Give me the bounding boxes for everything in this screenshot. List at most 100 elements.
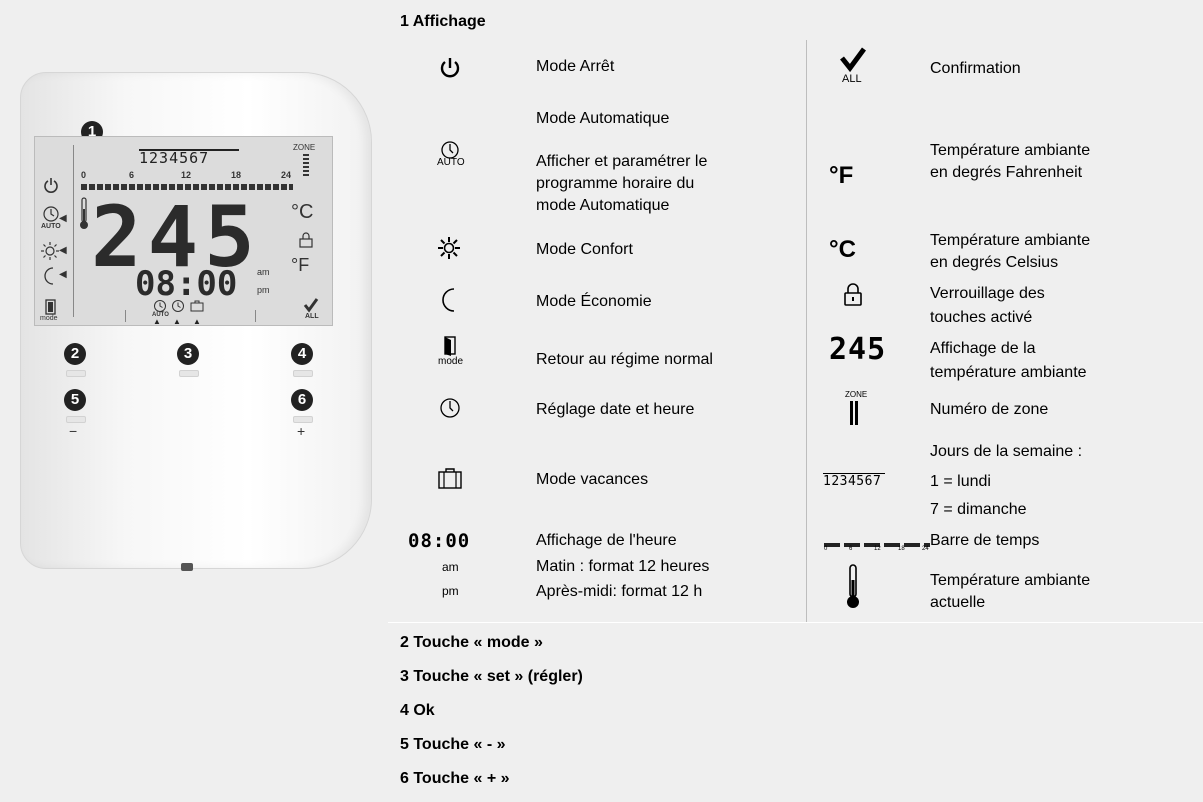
weekdays-desc-line2: 1 = lundi xyxy=(930,473,991,490)
weekdays-desc-line3: 7 = dimanche xyxy=(930,501,1027,518)
callout-2: 2 xyxy=(64,343,86,365)
plus-button[interactable] xyxy=(293,416,313,423)
thermostat-device: 1 AUTO ◀ ◀ ◀ mode 1234567 ZONE 0 6 12 18… xyxy=(20,72,372,571)
fahrenheit-desc-line1: Température ambiante xyxy=(930,142,1091,159)
page: 1 AUTO ◀ ◀ ◀ mode 1234567 ZONE 0 6 12 18… xyxy=(0,0,1203,802)
zone-bar-icon xyxy=(855,401,858,425)
lcd-timescale-24: 24 xyxy=(281,170,292,180)
set-button[interactable] xyxy=(179,370,199,377)
temp-display-desc-line1: Affichage de la xyxy=(930,340,1036,357)
footer-item-set: 3 Touche « set » (régler) xyxy=(400,668,583,685)
lock-desc-line1: Verrouillage des xyxy=(930,285,1045,302)
lcd-mode-label: mode xyxy=(40,315,58,322)
lcd-screen: AUTO ◀ ◀ ◀ mode 1234567 ZONE 0 6 12 18 2… xyxy=(34,136,333,326)
fahrenheit-desc-line2: en degrés Fahrenheit xyxy=(930,164,1083,181)
datetime-desc: Réglage date et heure xyxy=(536,401,695,418)
lcd-auto-label: AUTO xyxy=(41,223,61,230)
mode-button[interactable] xyxy=(66,370,86,377)
timebar-tick-0: 0 xyxy=(824,546,828,552)
thermometer-desc-line1: Température ambiante xyxy=(930,572,1091,589)
door-mode-icon xyxy=(45,299,56,315)
sun-icon xyxy=(438,237,460,259)
minus-label: − xyxy=(69,423,78,439)
lcd-pm: pm xyxy=(257,285,270,295)
footer-item-plus: 6 Touche « + » xyxy=(400,770,510,787)
timebar-tick-24: 24 xyxy=(922,546,929,552)
auto-label: AUTO xyxy=(437,157,465,168)
time-desc-line3: Après-midi: format 12 h xyxy=(536,583,703,600)
lcd-timescale-6: 6 xyxy=(129,170,135,180)
callout-5: 5 xyxy=(64,389,86,411)
auto-desc-line1: Afficher et paramétrer le xyxy=(536,153,708,170)
lcd-time: 08:00 xyxy=(135,264,238,304)
moon-icon xyxy=(442,288,455,312)
lock-desc-line2: touches activé xyxy=(930,309,1033,326)
arrow-left-icon: ◀ xyxy=(59,213,67,224)
lcd-am: am xyxy=(257,267,270,277)
clock-icon xyxy=(440,398,460,418)
temp-display-desc-line2: température ambiante xyxy=(930,364,1087,381)
lcd-separator xyxy=(73,145,74,317)
lcd-separator xyxy=(125,310,126,322)
timebar-desc: Barre de temps xyxy=(930,532,1040,549)
checkmark-icon xyxy=(303,298,319,313)
time-desc-line1: Affichage de l'heure xyxy=(536,532,677,549)
lcd-zone-label: ZONE xyxy=(293,143,316,152)
lock-icon xyxy=(844,283,862,306)
weekdays-icon: 1234567 xyxy=(823,474,882,489)
thermometer-icon xyxy=(847,564,859,608)
fahrenheit-icon: °F xyxy=(829,162,854,189)
checkmark-icon xyxy=(840,47,866,73)
time-display-icon: 08:00 xyxy=(408,530,471,552)
zone-bar-icon xyxy=(850,401,853,425)
lcd-weekdays-bar xyxy=(139,149,239,151)
callout-3: 3 xyxy=(177,343,199,365)
power-icon xyxy=(44,178,58,193)
footer-item-minus: 5 Touche « - » xyxy=(400,736,506,753)
auto-desc-title: Mode Automatique xyxy=(536,110,670,127)
device-connector xyxy=(181,563,193,571)
section-title: 1 Affichage xyxy=(400,13,486,30)
thermometer-desc-line2: actuelle xyxy=(930,594,986,611)
lcd-separator xyxy=(255,310,256,322)
lcd-timescale-12: 12 xyxy=(181,170,192,180)
clock-auto-icon xyxy=(154,300,166,312)
temperature-digits-icon: 245 xyxy=(829,332,887,367)
ok-button[interactable] xyxy=(293,370,313,377)
lcd-timescale-0: 0 xyxy=(81,170,87,180)
comfort-desc: Mode Confort xyxy=(536,241,633,258)
plus-label: + xyxy=(297,423,306,439)
auto-desc-line3: mode Automatique xyxy=(536,197,670,214)
timebar-tick-18: 18 xyxy=(898,546,905,552)
confirmation-desc: Confirmation xyxy=(930,60,1021,77)
all-label: ALL xyxy=(842,73,862,85)
sun-icon xyxy=(41,242,59,260)
arrow-up-icon: ▲ xyxy=(193,317,201,326)
mode-label: mode xyxy=(438,356,464,367)
footer-item-ok: 4 Ok xyxy=(400,702,435,719)
suitcase-icon xyxy=(438,468,462,489)
return-desc: Retour au régime normal xyxy=(536,351,713,368)
power-desc: Mode Arrêt xyxy=(536,58,615,75)
suitcase-icon xyxy=(190,300,204,312)
column-divider xyxy=(806,40,807,622)
auto-desc-line2: programme horaire du xyxy=(536,175,695,192)
callout-6: 6 xyxy=(291,389,313,411)
minus-button[interactable] xyxy=(66,416,86,423)
clock-auto-icon xyxy=(43,206,59,222)
power-icon xyxy=(440,58,460,78)
footer-item-mode: 2 Touche « mode » xyxy=(400,634,543,651)
thermometer-icon xyxy=(80,197,88,229)
weekdays-desc-line1: Jours de la semaine : xyxy=(930,443,1083,460)
am-label: am xyxy=(442,560,459,574)
eco-desc: Mode Économie xyxy=(536,293,652,310)
zone-label: ZONE xyxy=(845,390,868,399)
vacation-desc: Mode vacances xyxy=(536,471,649,488)
celsius-icon: °C xyxy=(829,236,856,263)
pm-label: pm xyxy=(442,584,459,598)
section-divider xyxy=(388,622,1203,623)
lcd-unit-fahrenheit: °F xyxy=(291,255,310,275)
timebar-tick-6: 6 xyxy=(849,546,853,552)
weekdays-bar xyxy=(823,473,885,474)
zone-bars-icon xyxy=(303,154,309,176)
